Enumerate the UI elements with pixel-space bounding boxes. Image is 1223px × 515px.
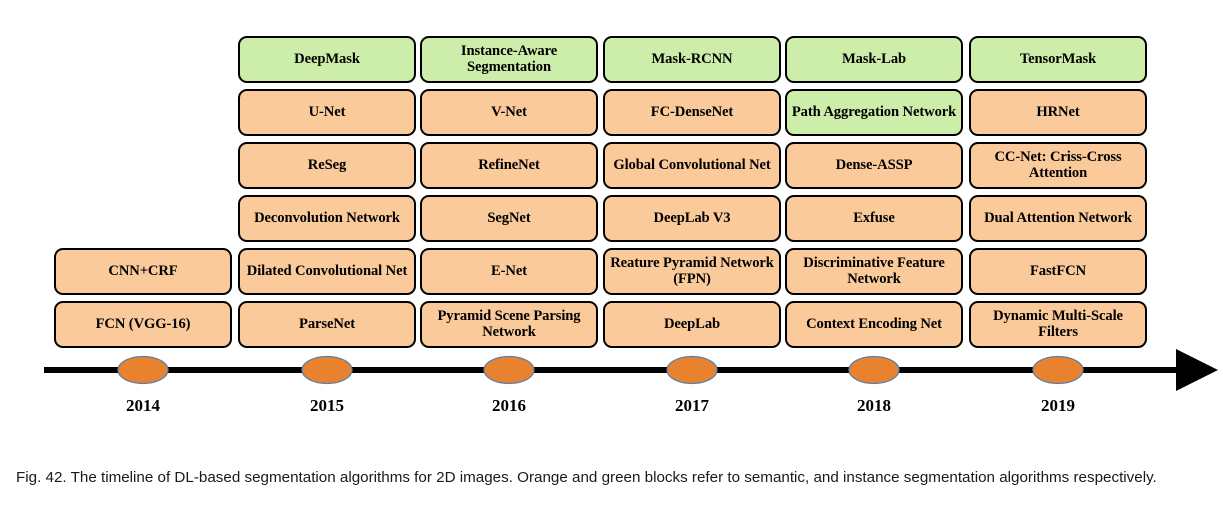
year-label-2019: 2019 <box>1041 396 1075 415</box>
algorithm-box[interactable]: ReSeg <box>238 142 416 189</box>
algorithm-label: CNN+CRF <box>108 262 178 279</box>
algorithm-box[interactable]: Exfuse <box>785 195 963 242</box>
algorithm-box[interactable]: TensorMask <box>969 36 1147 83</box>
algorithm-label: Dual Attention Network <box>984 209 1132 226</box>
year-column-2017: Mask-RCNN FC-DenseNet Global Convolutional… <box>603 0 781 348</box>
algorithm-label: U-Net <box>308 103 346 120</box>
algorithm-box[interactable]: Context Encoding Net <box>785 301 963 348</box>
algorithm-box[interactable]: Reature Pyramid Network (FPN) <box>603 248 781 295</box>
year-column-2018: Mask-Lab Path Aggregation Network Dense-AS… <box>785 0 963 348</box>
year-label-2014: 2014 <box>126 396 160 415</box>
algorithm-label: TensorMask <box>1019 50 1097 67</box>
algorithm-box[interactable]: SegNet <box>420 195 598 242</box>
algorithm-label: V-Net <box>491 103 527 120</box>
algorithm-label: E-Net <box>491 262 527 279</box>
timeline-grid: CNN+CRF FCN (VGG-16) DeepMask U-Net ReSeg Dec… <box>0 0 1223 348</box>
year-marker-2018[interactable] <box>848 355 900 385</box>
algorithm-box[interactable]: Pyramid Scene Parsing Network <box>420 301 598 348</box>
algorithm-label: HRNet <box>1036 103 1080 120</box>
algorithm-box[interactable]: Path Aggregation Network <box>785 89 963 136</box>
algorithm-label: DeepMask <box>294 50 360 67</box>
figure-timeline: CNN+CRF FCN (VGG-16) DeepMask U-Net ReSeg Dec… <box>0 0 1223 515</box>
algorithm-box[interactable]: Dual Attention Network <box>969 195 1147 242</box>
algorithm-box[interactable]: FastFCN <box>969 248 1147 295</box>
algorithm-label: ReSeg <box>307 156 347 173</box>
algorithm-label: CC-Net: Criss-Cross Attention <box>994 148 1122 181</box>
algorithm-label: ParseNet <box>299 315 355 332</box>
algorithm-box[interactable]: U-Net <box>238 89 416 136</box>
year-marker-2016[interactable] <box>483 355 535 385</box>
algorithm-box[interactable]: ParseNet <box>238 301 416 348</box>
year-label-2016: 2016 <box>492 396 526 415</box>
algorithm-label: Dense-ASSP <box>835 156 913 173</box>
algorithm-box[interactable]: Mask-RCNN <box>603 36 781 83</box>
algorithm-box[interactable]: Global Convolutional Net <box>603 142 781 189</box>
algorithm-box[interactable]: FCN (VGG-16) <box>54 301 232 348</box>
year-column-2019: TensorMask HRNet CC-Net: Criss-Cross Atten… <box>969 0 1147 348</box>
algorithm-box[interactable]: HRNet <box>969 89 1147 136</box>
year-marker-2015[interactable] <box>301 355 353 385</box>
year-marker-2014[interactable] <box>117 355 169 385</box>
timeline-axis-svg <box>44 349 1218 391</box>
algorithm-label: RefineNet <box>478 156 540 173</box>
algorithm-label: FCN (VGG-16) <box>95 315 191 332</box>
year-marker-2019[interactable] <box>1032 355 1084 385</box>
algorithm-box[interactable]: Dilated Convolutional Net <box>238 248 416 295</box>
algorithm-label: Global Convolutional Net <box>613 156 771 173</box>
algorithm-label: DeepLab <box>663 315 721 332</box>
algorithm-box[interactable]: Discriminative Feature Network <box>785 248 963 295</box>
algorithm-box[interactable]: Mask-Lab <box>785 36 963 83</box>
algorithm-box[interactable]: E-Net <box>420 248 598 295</box>
figure-caption: Fig. 42. The timeline of DL-based segmen… <box>16 469 1157 487</box>
year-label-2017: 2017 <box>675 396 709 415</box>
timeline-axis: 2014 2015 2016 2017 2018 2019 <box>0 348 1223 428</box>
year-label-2018: 2018 <box>857 396 891 415</box>
algorithm-label: SegNet <box>487 209 531 226</box>
algorithm-box[interactable]: CNN+CRF <box>54 248 232 295</box>
year-marker-2017[interactable] <box>666 355 718 385</box>
year-column-2015: DeepMask U-Net ReSeg Deconvolution Network D… <box>238 0 416 348</box>
algorithm-label: Path Aggregation Network <box>791 103 957 120</box>
algorithm-label: Dynamic Multi-Scale Filters <box>993 307 1123 340</box>
algorithm-label: Reature Pyramid Network (FPN) <box>610 254 774 287</box>
year-label-2015: 2015 <box>310 396 344 415</box>
algorithm-label: Exfuse <box>853 209 895 226</box>
algorithm-box[interactable]: Instance-Aware Segmentation <box>420 36 598 83</box>
algorithm-box[interactable]: V-Net <box>420 89 598 136</box>
algorithm-box[interactable]: Dense-ASSP <box>785 142 963 189</box>
algorithm-box[interactable]: RefineNet <box>420 142 598 189</box>
algorithm-box[interactable]: DeepLab V3 <box>603 195 781 242</box>
algorithm-label: Pyramid Scene Parsing Network <box>437 307 581 340</box>
algorithm-label: Instance-Aware Segmentation <box>460 42 558 75</box>
algorithm-box[interactable]: DeepLab <box>603 301 781 348</box>
algorithm-box[interactable]: Dynamic Multi-Scale Filters <box>969 301 1147 348</box>
year-column-2014: CNN+CRF FCN (VGG-16) <box>54 0 232 348</box>
algorithm-label: Discriminative Feature Network <box>803 254 945 287</box>
algorithm-box[interactable]: DeepMask <box>238 36 416 83</box>
algorithm-label: FastFCN <box>1029 262 1087 279</box>
algorithm-box[interactable]: FC-DenseNet <box>603 89 781 136</box>
algorithm-box[interactable]: CC-Net: Criss-Cross Attention <box>969 142 1147 189</box>
year-column-2016: Instance-Aware Segmentation V-Net RefineNe… <box>420 0 598 348</box>
algorithm-label: Mask-RCNN <box>651 50 733 67</box>
algorithm-label: Deconvolution Network <box>254 209 400 226</box>
algorithm-label: Context Encoding Net <box>806 315 942 332</box>
algorithm-label: Dilated Convolutional Net <box>246 262 408 279</box>
algorithm-label: FC-DenseNet <box>650 103 734 120</box>
algorithm-label: Mask-Lab <box>841 50 907 67</box>
algorithm-label: DeepLab V3 <box>653 209 731 226</box>
algorithm-box[interactable]: Deconvolution Network <box>238 195 416 242</box>
